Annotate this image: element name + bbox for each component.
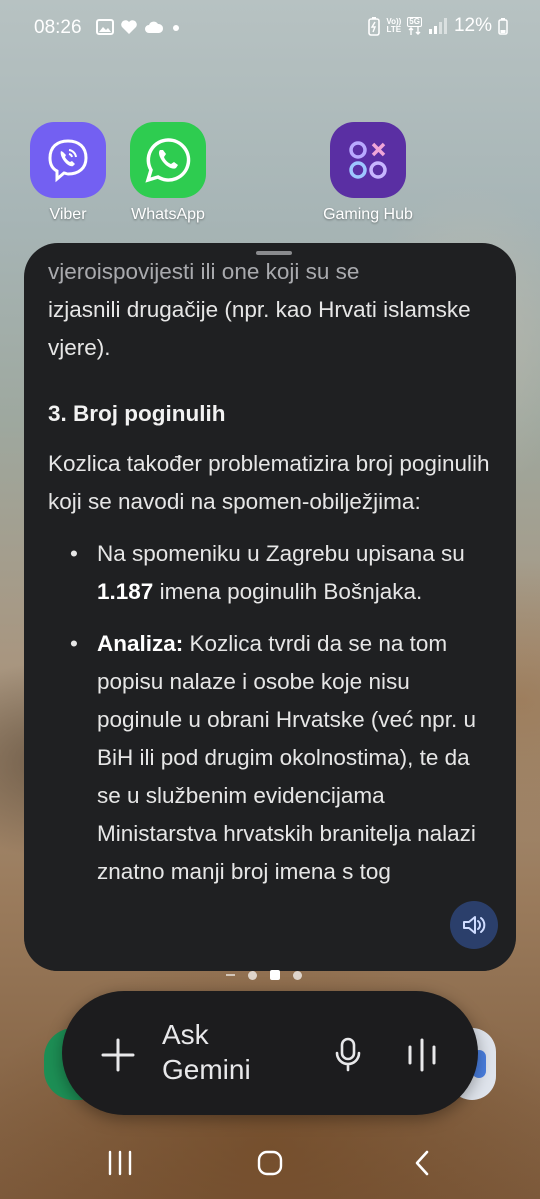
gemini-response-panel[interactable]: vjeroispovijesti ili one koji su se izja… xyxy=(24,243,516,971)
response-text-partial: vjeroispovijesti ili one koji su se xyxy=(48,259,360,284)
recent-apps-icon[interactable] xyxy=(106,1150,134,1176)
bullet-dot: • xyxy=(70,631,78,656)
bullet-item: • Na spomeniku u Zagrebu upisana su 1.18… xyxy=(48,535,498,611)
network-5g-indicator: 5G xyxy=(407,17,422,35)
battery-saver-icon xyxy=(368,17,381,36)
page-dot-active xyxy=(270,970,280,980)
bullet-dot: • xyxy=(70,541,78,566)
app-viber[interactable]: Viber xyxy=(18,122,118,224)
back-icon[interactable] xyxy=(412,1149,432,1177)
viber-icon xyxy=(30,122,106,198)
page-dash xyxy=(226,974,235,976)
app-whatsapp[interactable]: WhatsApp xyxy=(118,122,218,224)
app-gaming-hub[interactable]: Gaming Hub xyxy=(318,122,418,224)
heart-icon xyxy=(121,20,137,34)
page-indicator xyxy=(226,970,302,980)
app-label-viber: Viber xyxy=(49,206,87,223)
dot-icon xyxy=(173,25,179,31)
mic-icon[interactable] xyxy=(330,1035,366,1075)
data-arrows-icon xyxy=(408,27,421,35)
page-dot xyxy=(248,970,257,980)
plus-icon[interactable] xyxy=(98,1035,138,1075)
notification-icons xyxy=(96,19,182,35)
panel-fade xyxy=(24,901,516,971)
ask-gemini-bar[interactable]: Ask Gemini xyxy=(62,991,478,1115)
gallery-icon xyxy=(96,19,114,35)
volte-indicator: Vo)) LTE xyxy=(386,17,402,34)
navigation-bar xyxy=(0,1130,540,1199)
section-heading: 3. Broj poginulih xyxy=(48,401,226,426)
status-bar: 08:26 Vo)) LTE 5G 12% xyxy=(0,0,540,60)
signal-icon xyxy=(428,18,447,34)
cloud-icon xyxy=(145,21,164,33)
read-aloud-button[interactable] xyxy=(450,901,498,949)
live-waveform-icon[interactable] xyxy=(402,1037,442,1073)
response-content: vjeroispovijesti ili one koji su se izja… xyxy=(48,257,498,891)
app-label-gaming-hub: Gaming Hub xyxy=(323,206,413,223)
ask-gemini-input[interactable]: Ask Gemini xyxy=(162,1017,312,1087)
speaker-icon xyxy=(463,916,486,934)
battery-icon xyxy=(498,18,508,35)
status-time: 08:26 xyxy=(34,17,82,38)
status-right: Vo)) LTE 5G 12% xyxy=(368,15,508,37)
page-dot xyxy=(293,970,302,980)
app-label-whatsapp: WhatsApp xyxy=(131,206,205,223)
bullet-item: • Analiza: Kozlica tvrdi da se na tom po… xyxy=(48,625,498,891)
whatsapp-icon xyxy=(130,122,206,198)
section-intro: Kozlica također problematizira broj pogi… xyxy=(48,451,490,514)
battery-percent: 12% xyxy=(453,15,492,36)
gaming-hub-icon xyxy=(330,122,406,198)
response-text: izjasnili drugačije (npr. kao Hrvati isl… xyxy=(48,297,471,360)
home-icon[interactable] xyxy=(257,1150,283,1176)
